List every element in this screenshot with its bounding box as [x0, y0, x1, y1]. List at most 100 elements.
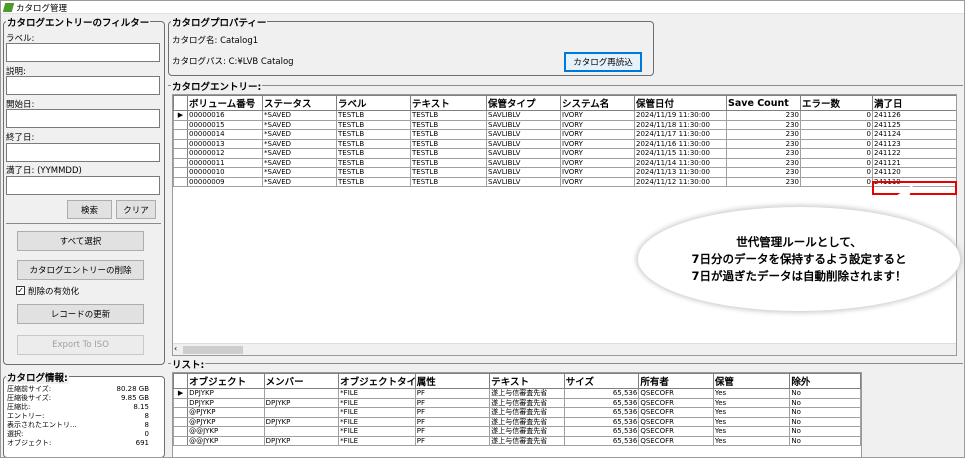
info-row: 圧縮後サイズ: 9.85 GB [7, 394, 149, 403]
entry-cell: 241126 [872, 110, 956, 121]
entry-cell: TESTLB [410, 110, 487, 121]
entry-row[interactable]: 00000010 *SAVED TESTLB TESTLB SAVLIBLV IVORY 2… [173, 167, 956, 178]
entry-cell: 230 [726, 157, 801, 168]
entry-cell: 00000009 [187, 176, 263, 187]
entries-column-header[interactable]: 満了日 [872, 95, 956, 111]
list-cell: *FILE [338, 407, 416, 418]
entry-row[interactable]: 00000013 *SAVED TESTLB TESTLB SAVLIBLV IVORY 2… [173, 138, 956, 149]
list-column-header[interactable]: テキスト [489, 373, 565, 389]
end-date-label: 終了日: [6, 133, 35, 143]
entries-horizontal-scrollbar[interactable]: ‹ [173, 343, 956, 355]
list-cell: @PJYKP [187, 407, 265, 418]
info-label: オブジェクト: [7, 439, 52, 447]
list-row[interactable]: DPJYKP DPJYKP *FILE PF 遂上与信審査先省 65,536 QSECOFR… [173, 397, 861, 408]
scroll-left-icon[interactable]: ‹ [174, 344, 177, 353]
entry-cell: 230 [726, 176, 801, 187]
clear-button[interactable]: クリア [116, 200, 156, 219]
list-cell: *FILE [338, 397, 416, 408]
list-column-header[interactable]: 属性 [414, 373, 491, 389]
update-records-button[interactable]: レコードの更新 [17, 304, 144, 324]
entry-cell: 0 [800, 148, 873, 159]
entry-cell: IVORY [560, 129, 635, 140]
list-row[interactable]: @PJYKP *FILE PF 遂上与信審査先省 65,536 QSECOFR Yes No [173, 407, 861, 418]
reload-catalog-button[interactable]: カタログ再読込 [564, 52, 642, 72]
list-cell: 65,536 [563, 416, 640, 427]
list-row[interactable]: ▶ DPJYKP *FILE PF 遂上与信審査先省 65,536 QSECOFR Yes No [173, 388, 861, 399]
start-date-input[interactable] [6, 109, 160, 128]
entry-cell: 00000012 [187, 148, 263, 159]
entries-column-header[interactable]: ボリューム番号 [187, 95, 263, 111]
entries-column-header[interactable]: テキスト [410, 95, 487, 111]
list-column-header[interactable]: オブジェクトタイプ [338, 373, 416, 389]
entry-cell: SAVLIBLV [486, 176, 561, 187]
list-column-header[interactable]: サイズ [563, 373, 640, 389]
entry-row[interactable]: 00000011 *SAVED TESTLB TESTLB SAVLIBLV IVORY 2… [173, 157, 956, 168]
entry-cell: 241123 [872, 138, 956, 149]
catalog-entries-title: カタログエントリー: [171, 79, 263, 93]
list-row[interactable]: @@JYKP *FILE PF 遂上与信審査先省 65,536 QSECOFR Yes No [173, 426, 861, 437]
entries-column-header[interactable]: 保管タイプ [486, 95, 561, 111]
info-label: エントリー: [7, 412, 45, 420]
entry-row[interactable]: 00000015 *SAVED TESTLB TESTLB SAVLIBLV IVORY 2… [173, 119, 956, 130]
row-indicator-header [173, 95, 188, 111]
list-cell: PF [414, 388, 491, 399]
scroll-thumb[interactable] [183, 346, 243, 354]
list-cell: 65,536 [563, 426, 640, 437]
label-input[interactable] [6, 43, 160, 62]
entries-column-header[interactable]: ステータス [262, 95, 337, 111]
delete-entries-button[interactable]: カタログエントリーの削除 [17, 260, 144, 280]
export-iso-button[interactable]: Export To ISO [17, 335, 144, 355]
description-input[interactable] [6, 76, 160, 95]
catalog-properties-title: カタログプロパティー [171, 15, 268, 29]
list-column-header[interactable]: 保管 [712, 373, 791, 389]
entries-header-line [168, 85, 963, 86]
list-row[interactable]: @PJYKP DPJYKP *FILE PF 遂上与信審査先省 65,536 QSECOFR… [173, 416, 861, 427]
list-cell [263, 407, 340, 418]
expiry-date-input[interactable] [6, 176, 160, 195]
search-button[interactable]: 検索 [67, 200, 112, 219]
entry-cell: 230 [726, 138, 801, 149]
list-column-header[interactable]: メンバー [263, 373, 340, 389]
entry-cell: *SAVED [262, 138, 337, 149]
entries-column-header[interactable]: 保管日付 [634, 95, 727, 111]
entry-cell: IVORY [560, 148, 635, 159]
entry-cell: 2024/11/19 11:30:00 [634, 110, 727, 121]
row-indicator-cell [173, 138, 188, 149]
entry-row[interactable]: 00000009 *SAVED TESTLB TESTLB SAVLIBLV IVORY 2… [173, 176, 956, 187]
list-column-header[interactable]: 所有者 [638, 373, 714, 389]
entries-column-header[interactable]: エラー数 [800, 95, 873, 111]
row-indicator-cell [173, 167, 188, 178]
end-date-input[interactable] [6, 143, 160, 162]
entry-cell: TESTLB [410, 138, 487, 149]
row-indicator-cell [173, 129, 188, 140]
entry-cell: *SAVED [262, 119, 337, 130]
entry-cell: TESTLB [336, 129, 411, 140]
window-title: カタログ管理 [16, 4, 68, 14]
object-list-grid[interactable]: オブジェクトメンバーオブジェクトタイプ属性テキストサイズ所有者保管除外 ▶DPJ… [172, 372, 862, 457]
entry-cell: 2024/11/13 11:30:00 [634, 167, 727, 178]
entries-column-header[interactable]: ラベル [336, 95, 411, 111]
row-indicator-cell [173, 176, 188, 187]
row-indicator-cell [173, 157, 188, 168]
list-cell: PF [414, 416, 491, 427]
entries-column-header[interactable]: Save Count [726, 95, 801, 111]
entry-row[interactable]: ▶ 00000016 *SAVED TESTLB TESTLB SAVLIBLV IVORY… [173, 110, 956, 121]
list-column-header[interactable]: オブジェクト [187, 373, 265, 389]
select-all-button[interactable]: すべて選択 [17, 231, 144, 251]
list-row[interactable]: @@JYKP DPJYKP *FILE PF 遂上与信審査先省 65,536 QSECOFR… [173, 435, 861, 446]
entry-cell: TESTLB [336, 148, 411, 159]
entry-cell: IVORY [560, 176, 635, 187]
list-cell: QSECOFR [638, 426, 714, 437]
catalog-info-title: カタログ情報: [6, 370, 69, 384]
entry-row[interactable]: 00000014 *SAVED TESTLB TESTLB SAVLIBLV IVORY 2… [173, 129, 956, 140]
list-cell: No [789, 435, 861, 446]
entry-row[interactable]: 00000012 *SAVED TESTLB TESTLB SAVLIBLV IVORY 2… [173, 148, 956, 159]
list-cell: *FILE [338, 388, 416, 399]
list-cell: *FILE [338, 435, 416, 446]
list-column-header[interactable]: 除外 [789, 373, 861, 389]
callout-bubble: 世代管理ルールとして、 7日分のデータを保持するよう設定すると 7日が過ぎたデー… [638, 178, 960, 311]
entry-cell: 0 [800, 157, 873, 168]
list-cell: Yes [712, 388, 791, 399]
entries-column-header[interactable]: システム名 [560, 95, 635, 111]
enable-delete-checkbox[interactable]: ✓ [16, 286, 25, 295]
